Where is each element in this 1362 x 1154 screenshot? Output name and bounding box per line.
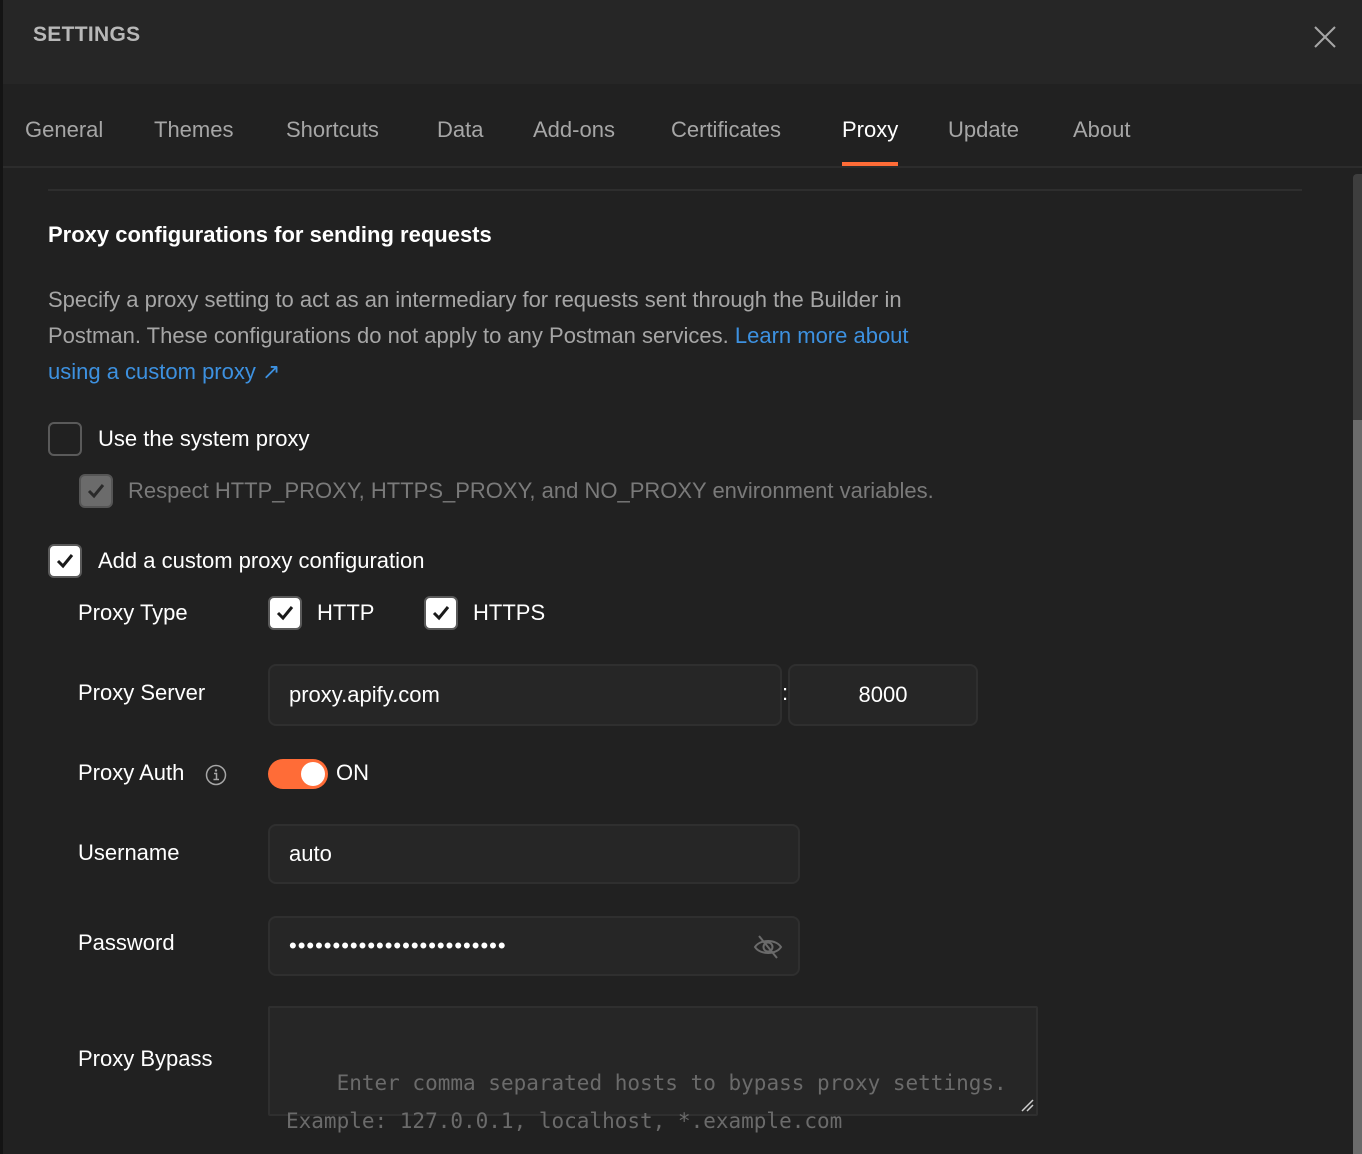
tab-data[interactable]: Data <box>437 117 483 166</box>
toggle-knob <box>301 762 325 786</box>
proxy-settings-panel: Proxy configurations for sending request… <box>3 168 1353 1154</box>
tab-certificates[interactable]: Certificates <box>671 117 781 166</box>
checkmark-icon <box>276 606 294 621</box>
proxy-bypass-label: Proxy Bypass <box>78 1046 213 1071</box>
proxy-auth-toggle[interactable] <box>268 759 328 789</box>
custom-proxy-checkbox[interactable] <box>48 544 82 578</box>
close-button[interactable] <box>1310 22 1340 52</box>
eye-off-icon[interactable] <box>752 932 784 962</box>
proxy-description: Specify a proxy setting to act as an int… <box>48 282 928 390</box>
tab-shortcuts[interactable]: Shortcuts <box>286 117 379 166</box>
https-checkbox[interactable] <box>424 596 458 630</box>
checkmark-icon <box>56 554 74 569</box>
proxy-type-label: Proxy Type <box>78 600 188 625</box>
resize-handle-icon[interactable] <box>1020 1098 1034 1112</box>
checkmark-icon <box>87 484 105 499</box>
scrollbar-thumb[interactable] <box>1353 420 1362 1154</box>
proxy-bypass-textarea[interactable]: Enter comma separated hosts to bypass pr… <box>268 1006 1038 1133</box>
password-label: Password <box>78 930 175 955</box>
http-checkbox[interactable] <box>268 596 302 630</box>
tab-themes[interactable]: Themes <box>154 117 233 166</box>
proxy-server-label: Proxy Server <box>78 680 206 705</box>
respect-env-label: Respect HTTP_PROXY, HTTPS_PROXY, and NO_… <box>128 478 934 503</box>
proxy-port-input[interactable]: 8000 <box>788 664 978 726</box>
info-icon[interactable] <box>205 764 227 786</box>
proxy-auth-label: Proxy Auth <box>78 760 185 785</box>
system-proxy-checkbox[interactable] <box>48 422 82 456</box>
tab-about[interactable]: About <box>1073 117 1131 166</box>
bypass-placeholder: Enter comma separated hosts to bypass pr… <box>286 1071 1007 1133</box>
external-link-icon: ↗ <box>262 359 281 384</box>
section-title: Proxy configurations for sending request… <box>48 222 492 247</box>
tab-update[interactable]: Update <box>948 117 1019 166</box>
password-value: ••••••••••••••••••••••••• <box>289 933 507 958</box>
password-input[interactable]: ••••••••••••••••••••••••• <box>268 916 800 976</box>
settings-title: SETTINGS <box>33 23 141 46</box>
tab-general[interactable]: General <box>25 117 103 166</box>
username-input[interactable]: auto <box>268 824 800 884</box>
system-proxy-label: Use the system proxy <box>98 426 310 451</box>
divider <box>48 189 1302 191</box>
tab-proxy[interactable]: Proxy <box>842 117 899 166</box>
settings-header: SETTINGS <box>3 0 1362 84</box>
respect-env-checkbox[interactable] <box>79 474 113 508</box>
http-label: HTTP <box>317 600 375 625</box>
checkmark-icon <box>432 606 450 621</box>
https-label: HTTPS <box>473 600 546 625</box>
proxy-auth-state: ON <box>336 760 369 785</box>
proxy-host-input[interactable]: proxy.apify.com <box>268 664 782 726</box>
custom-proxy-label: Add a custom proxy configuration <box>98 548 425 573</box>
username-label: Username <box>78 840 180 865</box>
tab-add-ons[interactable]: Add-ons <box>533 117 615 166</box>
settings-tabs: General Themes Shortcuts Data Add-ons Ce… <box>3 84 1362 168</box>
close-icon <box>1314 26 1336 48</box>
